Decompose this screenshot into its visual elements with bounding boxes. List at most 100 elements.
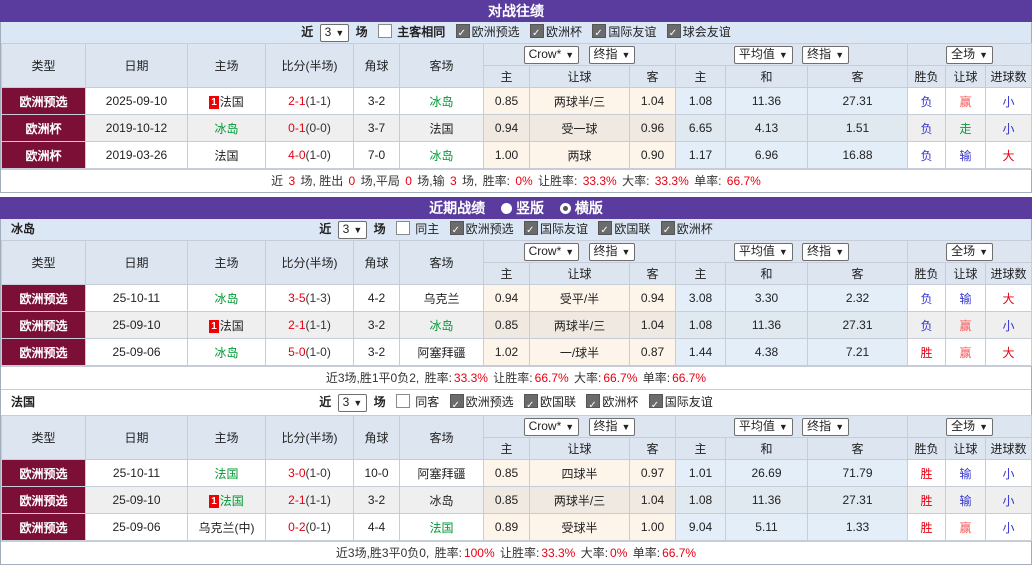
sub-home2: 主 [675, 262, 726, 285]
same-home-checkbox[interactable] [395, 221, 410, 235]
league-checkbox-2[interactable] [592, 23, 607, 44]
home-cell: 1 法国 [187, 486, 266, 514]
handicap-group-header: Crow* ▼ 终指 ▼ [483, 43, 676, 66]
league-checkbox-1[interactable] [530, 23, 544, 44]
sub-away2: 客 [806, 437, 909, 460]
col-home: 主场 [187, 43, 266, 88]
league-label-0: 欧洲预选 [471, 25, 520, 39]
average-select[interactable]: 平均值 ▼ [733, 45, 793, 64]
odds-away-cell: 0.97 [629, 459, 676, 487]
stat-value: 33.3% [453, 371, 488, 385]
odds-handicap-cell: 两球半/三 [529, 87, 630, 115]
avg-away-cell: 27.31 [806, 486, 909, 514]
odds-away-cell: 1.04 [629, 87, 676, 115]
chevron-down-icon: ▼ [835, 246, 845, 257]
final-odds-select-2[interactable]: 终指 ▼ [802, 417, 850, 436]
full-match-select[interactable]: 全场 ▼ [946, 45, 993, 64]
result-group-header: 全场 ▼ [907, 240, 1032, 263]
result-group-header: 全场 ▼ [907, 415, 1032, 438]
league-checkbox-1[interactable] [524, 220, 538, 241]
france-controls: 法国 近 3▼ 场 同客 欧洲预选 欧国联 欧洲杯 国际友谊 [1, 389, 1031, 418]
stat-value: 66.7% [672, 371, 707, 385]
date-cell: 25-09-10 [85, 311, 188, 339]
final-odds-select-2[interactable]: 终指 ▼ [802, 242, 850, 261]
chevron-down-icon: ▼ [778, 421, 788, 432]
stat-label: 让胜率: [499, 546, 540, 560]
chevron-down-icon: ▼ [565, 246, 575, 257]
h2h-controls: 近 3▼ 场 主客相同 欧洲预选 欧洲杯 国际友谊 球会友谊 [1, 22, 1031, 44]
away-team: 法国 [429, 520, 454, 535]
half-score: (1-1) [305, 94, 331, 108]
table-header-row: 类型 日期 主场 比分(半场) 角球 客场 Crow* ▼ 终指 ▼ 平均值 ▼ 终指… [1, 415, 1032, 460]
stat-value: 0% [515, 174, 533, 188]
layout-radio-horizontal-label: 横版 [574, 200, 603, 216]
bookmaker-select[interactable]: Crow* ▼ [523, 45, 580, 64]
stat-label: 单率: [642, 371, 671, 385]
stat-value: 66.7% [534, 371, 569, 385]
sub-handicap-result: 让球 [945, 262, 987, 285]
avg-draw-cell: 4.13 [725, 114, 808, 142]
chevron-down-icon: ▼ [835, 421, 845, 432]
league-checkbox-3[interactable] [648, 393, 663, 418]
corner-cell: 3-2 [353, 87, 400, 115]
h2h-panel: 近 3▼ 场 主客相同 欧洲预选 欧洲杯 国际友谊 球会友谊 类型 日期 主场 … [0, 22, 1032, 193]
full-match-select[interactable]: 全场 ▼ [946, 242, 993, 261]
same-home-away-checkbox[interactable] [377, 24, 392, 38]
handicap-result-cell: 走 [945, 114, 987, 142]
score-cell: 0-2(0-1) [265, 513, 354, 541]
corner-cell: 3-7 [353, 114, 400, 142]
league-label-3: 欧洲杯 [676, 222, 713, 236]
final-odds-select-2[interactable]: 终指 ▼ [802, 45, 850, 64]
date-cell: 25-09-06 [85, 338, 188, 366]
games-count-select[interactable]: 3 ▼ [337, 220, 368, 239]
near-label: 近 [301, 25, 314, 39]
handicap-result-cell: 赢 [945, 87, 987, 115]
full-score: 3-0 [288, 466, 306, 480]
home-cell: 1 法国 [187, 87, 266, 115]
league-checkbox-2[interactable] [598, 220, 613, 241]
stat-value: 100% [463, 546, 495, 560]
average-select[interactable]: 平均值 ▼ [733, 242, 793, 261]
full-score: 2-1 [288, 493, 306, 507]
league-checkbox-3[interactable] [660, 220, 675, 241]
away-cell: 法国 [399, 114, 484, 142]
bookmaker-select[interactable]: Crow* ▼ [523, 417, 580, 436]
odds-away-cell: 0.96 [629, 114, 676, 142]
bookmaker-select-value: Crow* [528, 243, 562, 258]
games-count-select[interactable]: 3 ▼ [319, 23, 350, 42]
bookmaker-select[interactable]: Crow* ▼ [523, 242, 580, 261]
layout-radio-vertical[interactable] [501, 203, 512, 214]
games-count-select[interactable]: 3 ▼ [337, 393, 368, 412]
odds-handicap-cell: 受一球 [529, 114, 630, 142]
games-label: 场 [373, 395, 386, 409]
league-checkbox-3[interactable] [666, 23, 681, 44]
avg-away-cell: 71.79 [806, 459, 909, 487]
league-checkbox-0[interactable] [455, 23, 470, 44]
stat-value: 33.3% [582, 174, 617, 188]
sub-handicap: 让球 [529, 437, 630, 460]
stat-value: 33.3% [541, 546, 576, 560]
date-cell: 2025-09-10 [85, 87, 188, 115]
same-away-checkbox[interactable] [395, 394, 410, 408]
score-cell: 5-0(1-0) [265, 338, 354, 366]
odds-away-cell: 0.94 [629, 284, 676, 312]
col-type: 类型 [1, 43, 86, 88]
average-select[interactable]: 平均值 ▼ [733, 417, 793, 436]
corner-cell: 3-2 [353, 311, 400, 339]
league-label-1: 国际友谊 [540, 222, 589, 236]
final-odds-select[interactable]: 终指 ▼ [588, 242, 636, 261]
chevron-down-icon: ▼ [621, 49, 631, 60]
league-checkbox-0[interactable] [449, 220, 464, 241]
league-checkbox-0[interactable] [449, 393, 464, 418]
layout-radio-horizontal[interactable] [559, 203, 571, 214]
league-checkbox-2[interactable] [586, 393, 601, 418]
table-row: 欧洲预选 25-09-06 乌克兰(中) 0-2(0-1) 4-4 法国 0.8… [1, 513, 1032, 541]
final-odds-select[interactable]: 终指 ▼ [588, 417, 636, 436]
full-match-select[interactable]: 全场 ▼ [946, 417, 993, 436]
avg-away-cell: 1.33 [806, 513, 909, 541]
league-checkbox-1[interactable] [524, 393, 538, 418]
final-odds-select[interactable]: 终指 ▼ [588, 45, 636, 64]
league-label-2: 国际友谊 [608, 25, 657, 39]
league-label-3: 球会友谊 [682, 25, 731, 39]
odds-handicap-cell: 受平/半 [529, 284, 630, 312]
